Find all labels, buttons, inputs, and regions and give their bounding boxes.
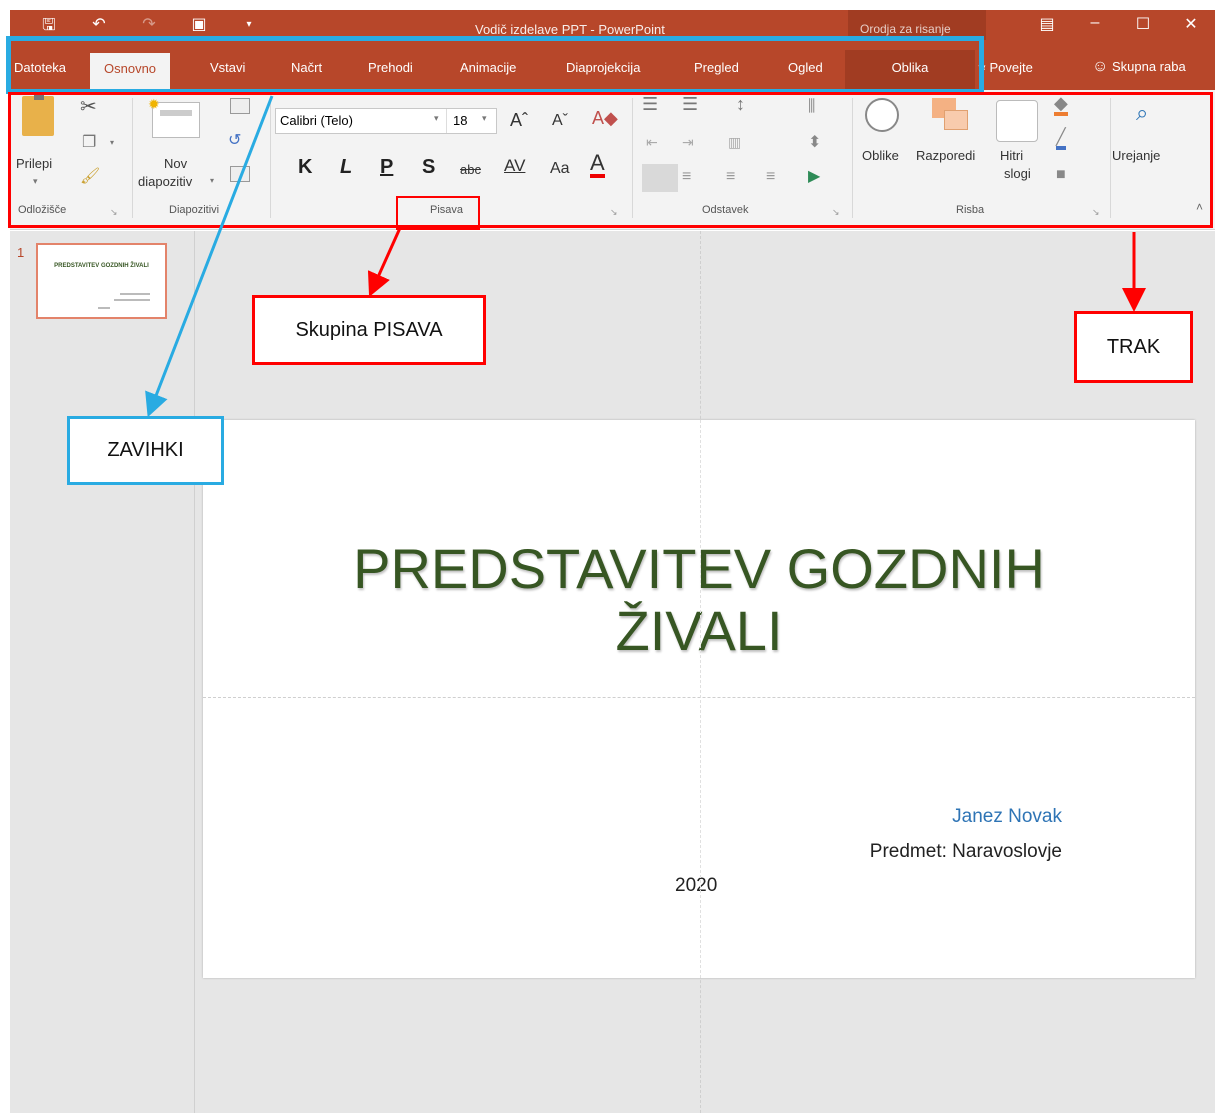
font-group-arrow	[367, 227, 402, 297]
tabs-arrow	[145, 95, 274, 418]
annotation-arrows	[145, 95, 1146, 418]
